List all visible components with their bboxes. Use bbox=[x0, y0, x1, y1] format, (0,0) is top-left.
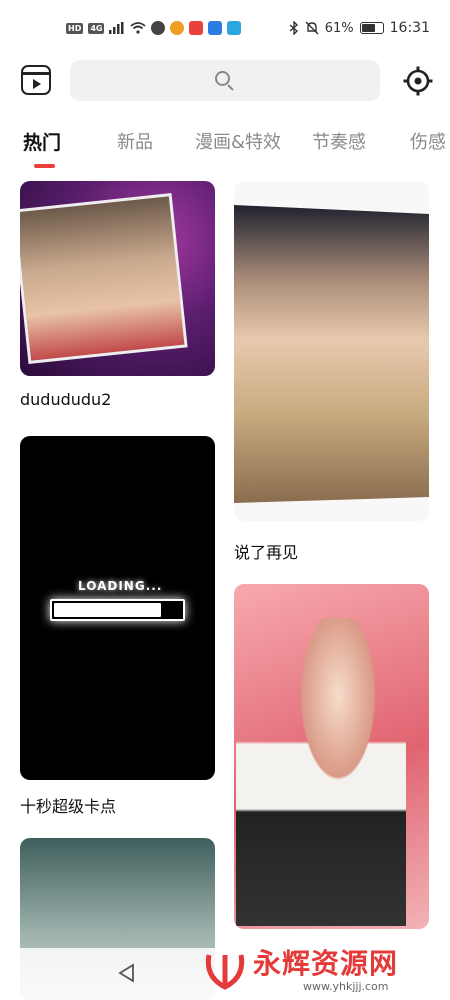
loading-text: LOADING... bbox=[78, 579, 163, 593]
watermark-url: www.yhkjjj.com bbox=[303, 979, 389, 993]
search-icon bbox=[215, 70, 235, 91]
tab-sad[interactable]: 伤感 bbox=[410, 128, 446, 154]
tab-hot[interactable]: 热门 bbox=[23, 128, 61, 155]
template-preview-image bbox=[20, 193, 188, 364]
category-tabs: 热门 新品 漫画&特效 节奏感 伤感 bbox=[0, 120, 450, 176]
top-header bbox=[0, 56, 450, 106]
app-search-icon bbox=[227, 21, 242, 35]
template-card-thumbnail[interactable] bbox=[234, 181, 429, 521]
tab-comic-effects[interactable]: 漫画&特效 bbox=[195, 128, 281, 154]
network-badge: 4G bbox=[88, 22, 105, 34]
settings-icon[interactable] bbox=[402, 65, 434, 97]
app-red-icon bbox=[189, 21, 204, 35]
battery-icon bbox=[359, 22, 384, 34]
template-card-title[interactable]: dudududu2 bbox=[20, 390, 111, 409]
template-card-thumbnail[interactable] bbox=[20, 181, 215, 376]
status-bar: HD 4G 61% 16:31 bbox=[0, 0, 450, 56]
search-bar[interactable] bbox=[70, 60, 380, 101]
template-card-thumbnail[interactable] bbox=[234, 584, 429, 929]
loading-bar-fill bbox=[54, 603, 162, 617]
app-blue-icon bbox=[208, 21, 223, 35]
back-icon[interactable] bbox=[117, 963, 137, 983]
watermark: 永辉资源网 www.yhkjjj.com bbox=[203, 940, 443, 1000]
status-left: HD 4G bbox=[66, 21, 242, 35]
app-notification-icon bbox=[151, 21, 166, 35]
hd-badge: HD bbox=[66, 22, 84, 34]
battery-percent: 61% bbox=[324, 20, 354, 36]
bluetooth-icon bbox=[289, 21, 298, 35]
signal-icon bbox=[109, 22, 124, 34]
template-preview-image bbox=[236, 618, 406, 926]
active-tab-indicator bbox=[34, 164, 55, 168]
mute-icon bbox=[305, 21, 319, 35]
tab-new[interactable]: 新品 bbox=[117, 128, 153, 154]
status-right: 61% 16:31 bbox=[289, 20, 430, 36]
clapperboard-play-icon[interactable] bbox=[21, 65, 51, 95]
watermark-logo-icon bbox=[205, 954, 245, 990]
template-preview-image bbox=[234, 205, 429, 503]
loading-bar bbox=[50, 599, 185, 621]
tab-rhythm[interactable]: 节奏感 bbox=[312, 128, 366, 154]
weibo-icon bbox=[170, 21, 185, 35]
wifi-icon bbox=[130, 22, 147, 34]
template-card-title[interactable]: 说了再见 bbox=[234, 539, 298, 563]
template-card-thumbnail[interactable]: LOADING... bbox=[20, 436, 215, 780]
template-card-title[interactable]: 十秒超级卡点 bbox=[20, 793, 116, 817]
watermark-text: 永辉资源网 bbox=[253, 946, 399, 980]
status-time: 16:31 bbox=[389, 20, 430, 36]
